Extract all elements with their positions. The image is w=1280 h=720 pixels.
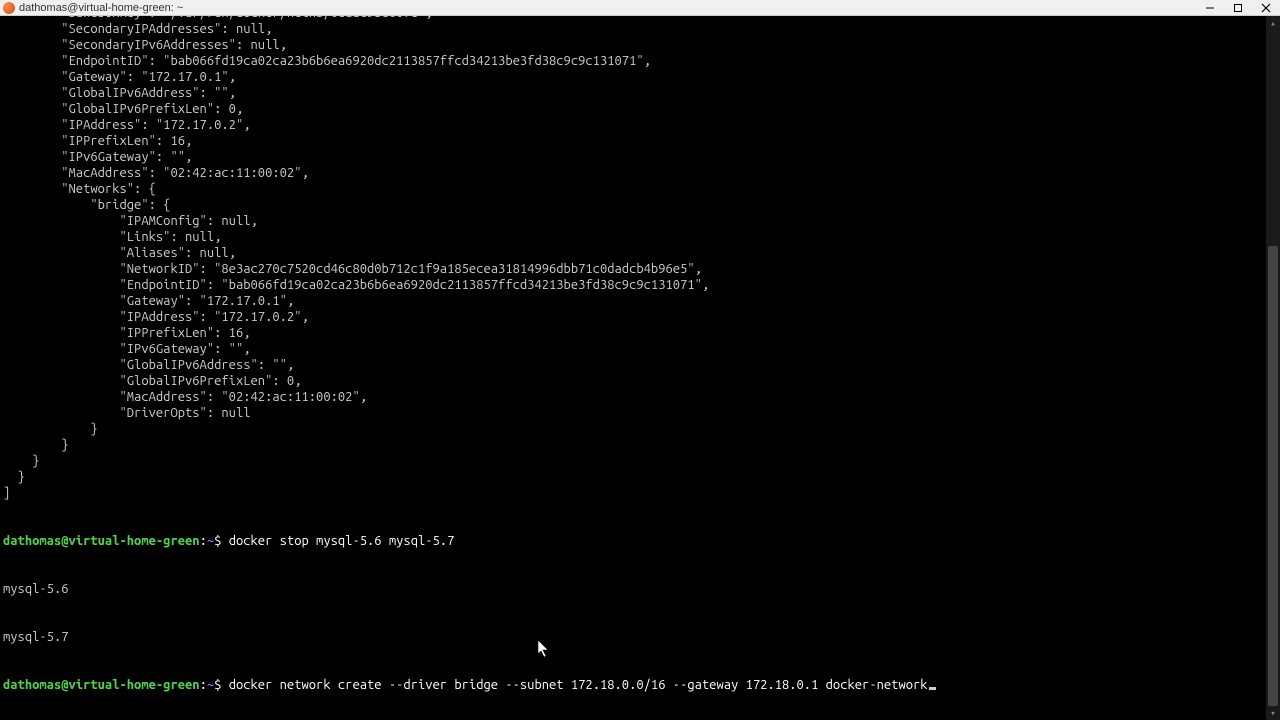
prompt-user: dathomas@virtual-home-green [3,678,200,692]
close-icon [1261,3,1271,13]
output-line: mysql-5.7 [3,629,1277,645]
window-titlebar: dathomas@virtual-home-green: ~ [0,0,1280,16]
command-text: docker stop mysql-5.6 mysql-5.7 [229,534,455,548]
command-text: docker network create --driver bridge --… [229,678,928,692]
prompt-line-1: dathomas@virtual-home-green:~$ docker st… [3,533,1277,549]
minimize-icon [1205,3,1215,13]
scroll-up-arrow-icon[interactable]: ▴ [1266,16,1280,30]
prompt-user: dathomas@virtual-home-green [3,534,200,548]
terminal-pane[interactable]: "Bridge": "", "SandboxID": "6eaac9be60fe… [0,16,1280,720]
scroll-down-arrow-icon[interactable]: ▾ [1266,706,1280,720]
terminal-scrollbar[interactable]: ▴ ▾ [1266,16,1280,720]
ubuntu-icon [3,2,15,14]
output-line: mysql-5.6 [3,581,1277,597]
text-cursor [929,687,936,690]
maximize-button[interactable] [1224,0,1252,16]
docker-inspect-output: "Bridge": "", "SandboxID": "6eaac9be60fe… [3,16,1277,501]
scrollbar-thumb[interactable] [1268,246,1278,706]
scrollbar-track[interactable] [1266,30,1280,706]
minimize-button[interactable] [1196,0,1224,16]
prompt-line-2: dathomas@virtual-home-green:~$ docker ne… [3,677,1277,693]
window-title: dathomas@virtual-home-green: ~ [19,2,183,14]
maximize-icon [1233,3,1243,13]
close-button[interactable] [1252,0,1280,16]
